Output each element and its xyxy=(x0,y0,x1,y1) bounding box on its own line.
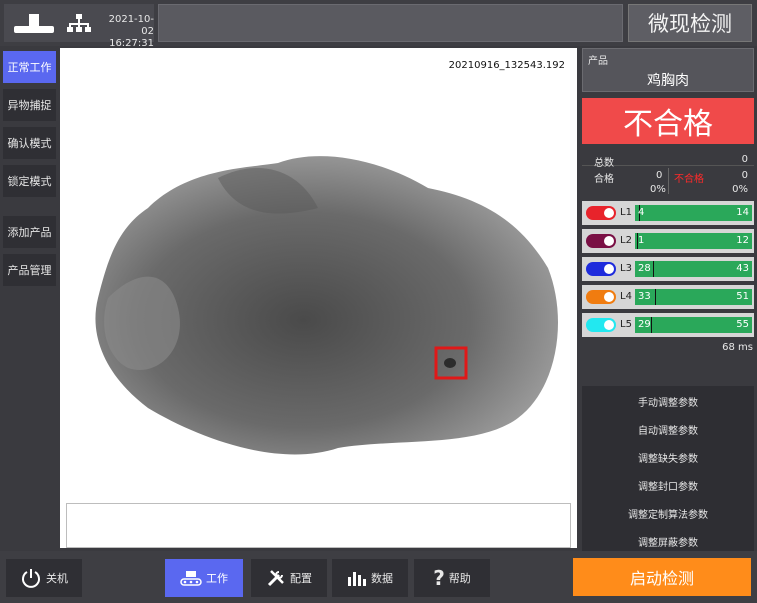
lane-bar: 1 12 xyxy=(635,233,752,249)
lane-threshold-marker xyxy=(654,289,656,305)
param-menu: 手动调整参数 自动调整参数 调整缺失参数 调整封口参数 调整定制算法参数 调整屏… xyxy=(582,386,754,551)
top-bar: 2021-10-02 16:27:31 微现检测 xyxy=(0,0,757,49)
lane-toggle[interactable] xyxy=(586,262,616,276)
power-icon xyxy=(22,569,40,588)
conveyor-icon xyxy=(180,571,202,586)
work-button[interactable]: 工作 xyxy=(165,559,243,597)
fail-percent: 0% xyxy=(732,184,748,195)
network-icon xyxy=(67,14,91,32)
help-button[interactable]: ? 帮助 xyxy=(414,559,490,597)
param-seal[interactable]: 调整封口参数 xyxy=(582,472,754,498)
nav-lock-mode[interactable]: 锁定模式 xyxy=(3,165,56,197)
lane-row: L4 33 51 xyxy=(582,285,754,309)
config-button[interactable]: 配置 xyxy=(251,559,327,597)
app-title: 微现检测 xyxy=(628,4,752,42)
lane-toggle[interactable] xyxy=(586,234,616,248)
lane-name: L1 xyxy=(620,207,632,218)
product-box[interactable]: 产品 鸡胸肉 xyxy=(582,48,754,92)
top-left-panel: 2021-10-02 16:27:31 xyxy=(4,4,154,49)
lane-high-value: 43 xyxy=(736,263,749,274)
lane-name: L3 xyxy=(620,263,632,274)
config-label: 配置 xyxy=(290,572,312,585)
help-label: 帮助 xyxy=(448,572,471,585)
lane-name: L4 xyxy=(620,291,632,302)
work-label: 工作 xyxy=(206,572,228,585)
toggle-knob xyxy=(604,292,614,302)
lane-low-value: 28 xyxy=(638,263,651,274)
lane-row: L1 4 14 xyxy=(582,201,754,225)
pass-percent: 0% xyxy=(650,184,666,195)
lane-row: L5 29 55 xyxy=(582,313,754,337)
lane-toggle[interactable] xyxy=(586,206,616,220)
date-text: 2021-10-02 xyxy=(108,14,154,37)
toggle-knob xyxy=(604,208,614,218)
lane-high-value: 12 xyxy=(736,235,749,246)
lane-threshold-marker xyxy=(651,317,653,333)
lane-row: L3 28 43 xyxy=(582,257,754,281)
lane-low-value: 1 xyxy=(638,235,645,246)
lane-bar: 28 43 xyxy=(635,261,752,277)
lane-low-value: 33 xyxy=(638,291,651,302)
lane-name: L5 xyxy=(620,319,632,330)
product-name: 鸡胸肉 xyxy=(647,73,689,89)
shutdown-button[interactable]: 关机 xyxy=(6,559,82,597)
toggle-knob xyxy=(604,236,614,246)
param-auto[interactable]: 自动调整参数 xyxy=(582,416,754,442)
data-label: 数据 xyxy=(371,572,393,585)
right-panel: 产品 鸡胸肉 不合格 总数 0 合格 0 不合格 0 0% 0% L1 4 14 L2… xyxy=(580,46,757,551)
lane-low-value: 29 xyxy=(638,319,651,330)
lane-bar: 29 55 xyxy=(635,317,752,333)
param-custom-algo[interactable]: 调整定制算法参数 xyxy=(582,500,754,526)
product-label: 产品 xyxy=(588,56,608,67)
lane-threshold-marker xyxy=(652,261,654,277)
xray-image xyxy=(95,156,558,455)
lane-high-value: 51 xyxy=(736,291,749,302)
question-icon: ? xyxy=(433,566,445,590)
message-box xyxy=(66,503,571,548)
lane-row: L2 1 12 xyxy=(582,229,754,253)
shutdown-label: 关机 xyxy=(46,572,68,585)
lane-toggle[interactable] xyxy=(586,290,616,304)
image-timestamp: 20210916_132543.192 xyxy=(448,60,565,71)
pass-value: 0 xyxy=(656,170,663,181)
tools-icon xyxy=(267,570,284,587)
datetime: 2021-10-02 16:27:31 xyxy=(96,14,154,50)
param-missing[interactable]: 调整缺失参数 xyxy=(582,444,754,470)
xray-viewer[interactable]: 20210916_132543.192 xyxy=(60,48,577,548)
total-label: 总数 xyxy=(594,158,614,169)
lane-bar: 33 51 xyxy=(635,289,752,305)
data-button[interactable]: 数据 xyxy=(332,559,408,597)
lane-toggle[interactable] xyxy=(586,318,616,332)
status-bar xyxy=(158,4,623,42)
conveyor-icon xyxy=(14,14,54,33)
total-value: 0 xyxy=(741,154,748,165)
stats-panel: 总数 0 合格 0 不合格 0 0% 0% xyxy=(582,150,754,196)
lane-low-value: 4 xyxy=(638,207,645,218)
bar-chart-icon xyxy=(348,572,366,586)
toggle-knob xyxy=(604,320,614,330)
lane-high-value: 55 xyxy=(736,319,749,330)
nav-normal-work[interactable]: 正常工作 xyxy=(3,51,56,83)
fail-value: 0 xyxy=(741,170,748,181)
toggle-knob xyxy=(604,264,614,274)
nav-foreign-capture[interactable]: 异物捕捉 xyxy=(3,89,56,121)
nav-confirm-mode[interactable]: 确认模式 xyxy=(3,127,56,159)
verdict-badge: 不合格 xyxy=(582,98,754,144)
left-nav: 正常工作 异物捕捉 确认模式 锁定模式 添加产品 产品管理 xyxy=(0,46,58,551)
lane-high-value: 14 xyxy=(736,207,749,218)
lane-bar: 4 14 xyxy=(635,205,752,221)
start-detection-button[interactable]: 启动检测 xyxy=(573,558,751,596)
param-manual[interactable]: 手动调整参数 xyxy=(582,388,754,414)
nav-add-product[interactable]: 添加产品 xyxy=(3,216,56,248)
nav-product-manage[interactable]: 产品管理 xyxy=(3,254,56,286)
lane-name: L2 xyxy=(620,235,632,246)
timing-readout: 68 ms xyxy=(722,342,753,353)
